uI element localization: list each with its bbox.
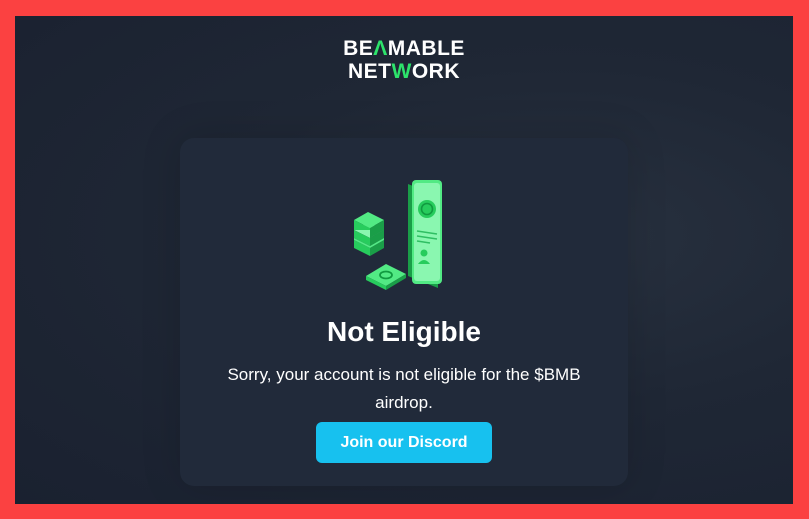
logo-line-2: NETWORK (15, 61, 793, 82)
phone-and-cash-icon (354, 180, 442, 290)
cash-bill-illustration (366, 264, 406, 290)
page-background: BEΛMABLE NETWORK Not Eligible Sorry, you… (15, 16, 793, 504)
ineligible-message: Sorry, your account is not eligible for … (227, 365, 581, 412)
eligibility-card: Not Eligible Sorry, your account is not … (180, 138, 628, 486)
logo-text-accent: Λ (373, 37, 388, 60)
logo-text: BE (343, 37, 374, 60)
page-title: Not Eligible (327, 316, 481, 347)
logo-text: NET (348, 60, 392, 83)
logo-line-1: BEΛMABLE (15, 38, 793, 59)
logo-text: MABLE (387, 37, 465, 60)
cash-stack-illustration (354, 212, 384, 256)
logo-text-accent: W (391, 60, 412, 83)
join-discord-button[interactable]: Join our Discord (316, 422, 492, 463)
phone-illustration (408, 180, 442, 288)
beamable-network-logo: BEΛMABLE NETWORK (15, 38, 793, 82)
window-frame: BEΛMABLE NETWORK Not Eligible Sorry, you… (0, 0, 809, 519)
logo-text: ORK (411, 60, 460, 83)
